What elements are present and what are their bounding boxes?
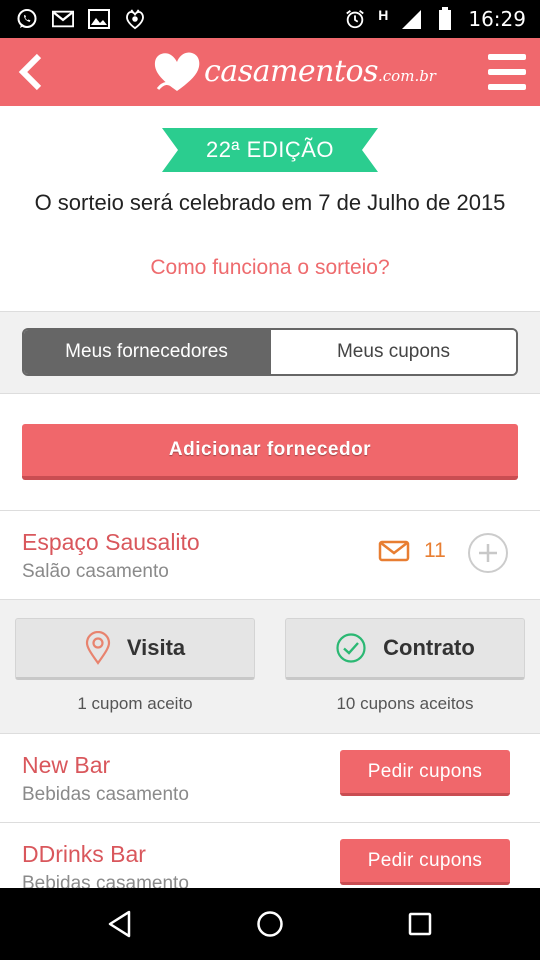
tab-my-coupons[interactable]: Meus cupons bbox=[269, 330, 516, 374]
gmail-icon bbox=[52, 8, 74, 30]
app-icon bbox=[124, 8, 146, 30]
coupon-visit-caption: 1 cupom aceito bbox=[77, 694, 193, 713]
vendor-category: Bebidas casamento bbox=[22, 873, 189, 888]
home-circle-icon bbox=[257, 911, 283, 937]
signal-icon bbox=[400, 8, 422, 30]
coupon-visit-button[interactable]: Visita bbox=[15, 618, 255, 680]
nav-home-button[interactable] bbox=[240, 904, 300, 944]
logo-text: casamentos bbox=[204, 53, 379, 89]
hamburger-menu-icon-bar bbox=[488, 54, 526, 60]
coupon-visit-label: Visita bbox=[126, 635, 186, 660]
hamburger-menu-icon-bar bbox=[488, 69, 526, 75]
status-bar: H 16:29 bbox=[0, 0, 540, 38]
edition-ribbon: 22ª EDIÇÃO bbox=[162, 128, 378, 172]
coupon-contract-button[interactable]: Contrato bbox=[285, 618, 525, 680]
message-count: 11 bbox=[424, 539, 446, 562]
plus-icon bbox=[479, 544, 497, 562]
network-type-label: H bbox=[378, 7, 389, 23]
back-chevron-icon bbox=[18, 53, 42, 91]
divider bbox=[0, 393, 540, 394]
hamburger-menu-button[interactable] bbox=[488, 52, 526, 92]
gallery-icon bbox=[88, 8, 110, 30]
vendor-name: Espaço Sausalito bbox=[22, 529, 200, 555]
messages-button[interactable]: 11 bbox=[378, 539, 446, 563]
back-button[interactable] bbox=[10, 50, 50, 94]
hamburger-menu-icon-bar bbox=[488, 84, 526, 90]
check-circle-icon bbox=[336, 633, 366, 663]
envelope-icon bbox=[378, 540, 410, 562]
whatsapp-icon bbox=[16, 8, 38, 30]
coupon-contract-label: Contrato bbox=[383, 635, 475, 660]
edition-label: 22ª EDIÇÃO bbox=[205, 137, 335, 162]
vendor-row[interactable]: Espaço Sausalito Salão casamento 11 bbox=[0, 511, 540, 599]
brand-logo[interactable]: casamentos .com.br bbox=[152, 46, 436, 96]
main-content: 22ª EDIÇÃO O sorteio será celebrado em 7… bbox=[0, 106, 540, 888]
recents-square-icon bbox=[408, 912, 432, 936]
location-pin-icon bbox=[85, 631, 110, 665]
logo-suffix: .com.br bbox=[378, 67, 436, 85]
app-bar: casamentos .com.br bbox=[0, 38, 540, 106]
system-nav-bar bbox=[0, 888, 540, 960]
how-it-works-link[interactable]: Como funciona o sorteio? bbox=[0, 256, 540, 280]
heart-logo-icon bbox=[154, 52, 200, 91]
tab-my-vendors[interactable]: Meus fornecedores bbox=[24, 330, 269, 374]
vendor-category: Bebidas casamento bbox=[22, 784, 189, 805]
back-triangle-icon bbox=[108, 910, 131, 938]
edition-banner: 22ª EDIÇÃO bbox=[0, 128, 540, 172]
request-coupons-button[interactable]: Pedir cupons bbox=[340, 839, 510, 885]
draw-description: O sorteio será celebrado em 7 de Julho d… bbox=[34, 190, 506, 215]
add-vendor-button[interactable]: Adicionar fornecedor bbox=[22, 424, 518, 480]
tabs-segmented-control: Meus fornecedores Meus cupons bbox=[22, 328, 518, 376]
nav-back-button[interactable] bbox=[90, 904, 150, 944]
vendor-name: DDrinks Bar bbox=[22, 841, 146, 867]
vendor-category: Salão casamento bbox=[22, 561, 169, 582]
coupon-contract-caption: 10 cupons aceitos bbox=[336, 694, 474, 713]
alarm-icon bbox=[344, 8, 366, 30]
expand-plus-button[interactable] bbox=[468, 533, 508, 573]
nav-recents-button[interactable] bbox=[390, 904, 450, 944]
battery-icon bbox=[434, 7, 456, 30]
vendor-name: New Bar bbox=[22, 752, 111, 778]
clock: 16:29 bbox=[468, 7, 526, 31]
request-coupons-button[interactable]: Pedir cupons bbox=[340, 750, 510, 796]
